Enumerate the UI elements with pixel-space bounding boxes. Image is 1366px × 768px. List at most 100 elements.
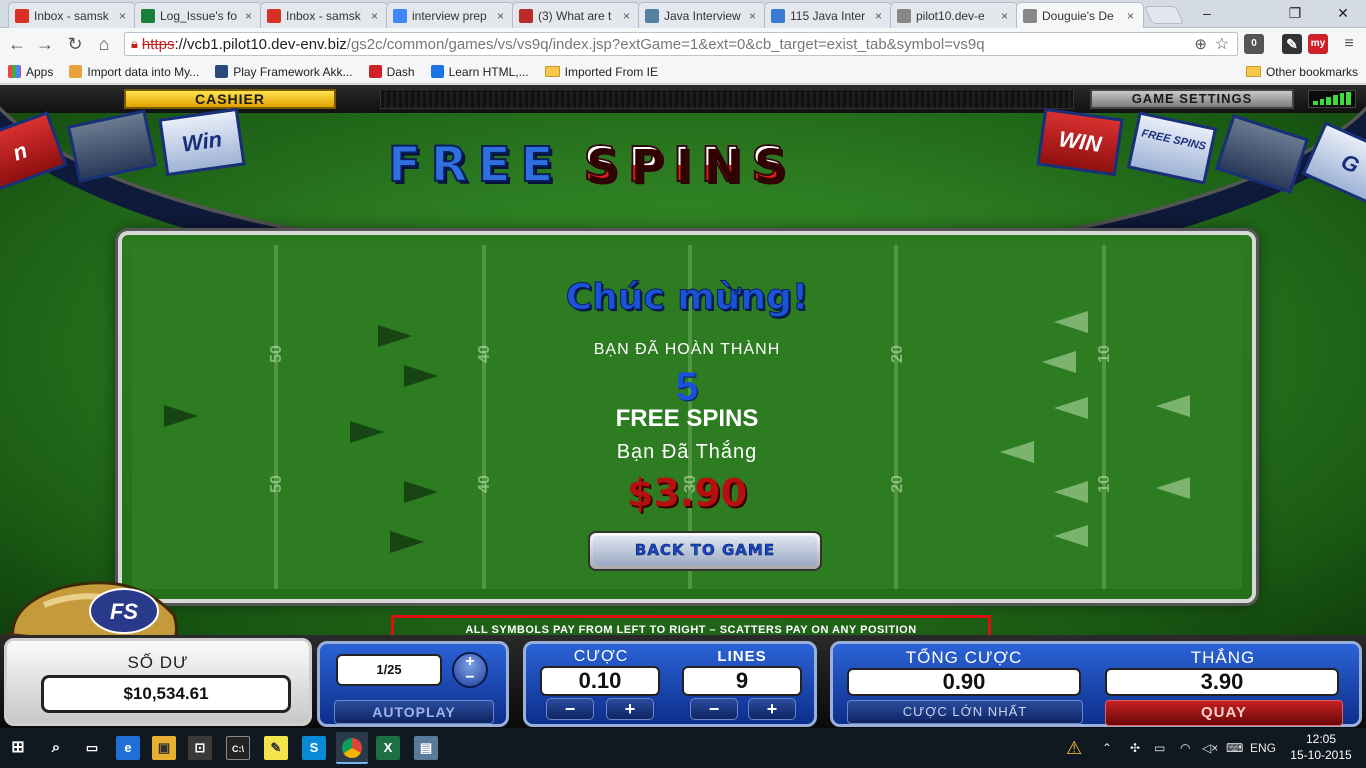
notepad-icon[interactable]: ✎ (264, 736, 288, 760)
browser-tab[interactable]: Java Interview × (638, 2, 766, 28)
bookmark-item[interactable]: Learn HTML,... (430, 64, 529, 79)
autoplay-box: 1/25 + − AUTOPLAY (317, 641, 509, 727)
browser-tab-strip: Inbox - samsk × Log_Issue's fo × Inbox - sam… (0, 0, 1366, 29)
total-win-box: TỔNG CƯỢC THẮNG 0.90 3.90 CƯỢC LỚN NHẤT … (830, 641, 1362, 727)
clock[interactable]: 12:05 15-10-2015 (1290, 731, 1352, 763)
browser-tab[interactable]: 115 Java Inter × (764, 2, 892, 28)
autoplay-increment-button[interactable]: + − (452, 652, 488, 688)
new-tab-button[interactable] (1143, 6, 1185, 24)
sheets-icon (141, 8, 155, 23)
close-tab-icon[interactable]: × (623, 9, 633, 23)
tab-title: Log_Issue's fo (160, 8, 238, 23)
close-tab-icon[interactable]: × (1127, 9, 1137, 23)
excel-icon[interactable]: X (376, 736, 400, 760)
battery-icon[interactable]: ▭ (1154, 728, 1165, 768)
free-spins-banner: FREE SPINS (1126, 111, 1218, 185)
lines-increase-button[interactable]: + (748, 698, 796, 720)
browser-tab[interactable]: Inbox - samsk × (8, 2, 136, 28)
notification-warning-icon[interactable]: ⚠ (1066, 728, 1082, 768)
close-tab-icon[interactable]: × (875, 9, 885, 23)
command-prompt-icon[interactable]: C:\ (226, 736, 250, 760)
close-tab-icon[interactable]: × (371, 9, 381, 23)
minimize-button[interactable]: – (1184, 0, 1230, 26)
store-icon[interactable]: ⊡ (188, 736, 212, 760)
search-icon[interactable]: ⌕ (44, 736, 68, 760)
close-tab-icon[interactable]: × (749, 9, 759, 23)
reload-icon[interactable]: ↻ (64, 33, 86, 55)
close-tab-icon[interactable]: × (119, 9, 129, 23)
address-bar[interactable]: 🔒︎ https ://vcb1.pilot10.dev-env.biz /gs… (124, 32, 1238, 56)
zoom-icon[interactable]: ⊕ (1194, 35, 1207, 53)
free-spins-label: FREE SPINS (615, 405, 759, 432)
chrome-icon[interactable] (336, 732, 368, 764)
volume-icon[interactable]: ◁× (1202, 728, 1218, 768)
bet-lines-box: CƯỢC LINES 0.10 9 − + − + (523, 641, 817, 727)
field-marker (1054, 525, 1088, 547)
task-view-icon[interactable]: ▭ (80, 736, 104, 760)
browser-tab[interactable]: (3) What are t × (512, 2, 640, 28)
bookmark-item[interactable]: Play Framework Akk... (215, 64, 353, 79)
helmet-logo-text: FS (110, 599, 138, 624)
windows-start-icon[interactable]: ⊞ (6, 736, 30, 760)
tray-expand-icon[interactable]: ⌃ (1102, 728, 1112, 768)
bookmark-label: Import data into My... (87, 64, 200, 79)
bookmark-item[interactable]: Dash (368, 65, 415, 79)
extension-icon[interactable]: 0 (1244, 34, 1264, 54)
menu-icon[interactable]: ≡ (1338, 33, 1360, 55)
congrats-heading: Chúc mừng! (565, 277, 809, 319)
spin-button[interactable]: QUAY (1105, 700, 1343, 726)
file-explorer-icon[interactable]: ▣ (152, 736, 176, 760)
close-tab-icon[interactable]: × (497, 9, 507, 23)
url-path: /gs2c/common/games/vs/vs9q/index.jsp?ext… (346, 35, 985, 53)
lines-decrease-button[interactable]: − (690, 698, 738, 720)
close-tab-icon[interactable]: × (245, 9, 255, 23)
language-indicator[interactable]: ENG (1250, 728, 1276, 768)
edge-icon[interactable]: e (116, 736, 140, 760)
tab-title: Java Interview (664, 8, 741, 23)
close-window-button[interactable]: ✕ (1320, 0, 1366, 26)
autoplay-button[interactable]: AUTOPLAY (334, 700, 494, 724)
spins-count: 5 (675, 365, 699, 409)
maximize-button[interactable]: ❐ (1272, 0, 1318, 26)
bookmark-label: Play Framework Akk... (233, 64, 353, 79)
balance-label: SỐ DƯ (127, 653, 189, 672)
bookmark-item[interactable]: Import data into My... (69, 65, 199, 79)
max-bet-button[interactable]: CƯỢC LỚN NHẤT (847, 700, 1083, 724)
browser-tab[interactable]: pilot10.dev-e × (890, 2, 1018, 28)
back-to-game-button[interactable]: BACK TO GAME (588, 531, 822, 571)
bookmark-item[interactable]: Imported From IE (544, 65, 658, 79)
my-extension-icon[interactable]: my (1308, 34, 1328, 54)
tray-app-icon[interactable]: ✣ (1130, 728, 1140, 768)
field-marker (390, 531, 424, 553)
bookmark-star-icon[interactable]: ☆ (1215, 34, 1229, 54)
bookmarks-bar: Apps Import data into My... Play Framework… (0, 60, 1366, 84)
page-icon (897, 8, 911, 23)
bet-increase-button[interactable]: + (606, 698, 654, 720)
skype-icon[interactable]: S (302, 736, 326, 760)
home-icon[interactable]: ⌂ (93, 33, 115, 55)
forward-icon[interactable]: → (34, 33, 56, 55)
bookmark-label: Apps (26, 64, 54, 79)
you-won-label: Bạn Đã Thắng (616, 441, 758, 463)
page-icon (69, 65, 83, 78)
browser-tab[interactable]: Log_Issue's fo × (134, 2, 262, 28)
apps-grid-icon (8, 65, 21, 78)
back-icon[interactable]: ← (6, 33, 28, 55)
app-icon[interactable]: ▤ (414, 736, 438, 760)
bet-decrease-button[interactable]: − (546, 698, 594, 720)
bookmark-label: Learn HTML,... (448, 64, 529, 79)
close-tab-icon[interactable]: × (1001, 9, 1011, 23)
wifi-icon[interactable]: ◠ (1180, 728, 1190, 768)
browser-tab[interactable]: Douguie's De × (1016, 2, 1144, 29)
url-host: ://vcb1.pilot10.dev-env.biz (174, 35, 347, 53)
eagle-banner (66, 109, 158, 183)
gmail-icon (15, 8, 29, 23)
keyboard-icon[interactable]: ⌨ (1226, 728, 1243, 768)
browser-tab[interactable]: interview prep × (386, 2, 514, 28)
win-label: THẮNG (1190, 648, 1256, 667)
folder-icon (544, 66, 560, 77)
browser-tab[interactable]: Inbox - samsk × (260, 2, 388, 28)
eyedropper-icon[interactable]: ✎ (1282, 34, 1302, 54)
other-bookmarks[interactable]: Other bookmarks (1245, 65, 1358, 79)
bookmark-item[interactable]: Apps (8, 65, 53, 79)
